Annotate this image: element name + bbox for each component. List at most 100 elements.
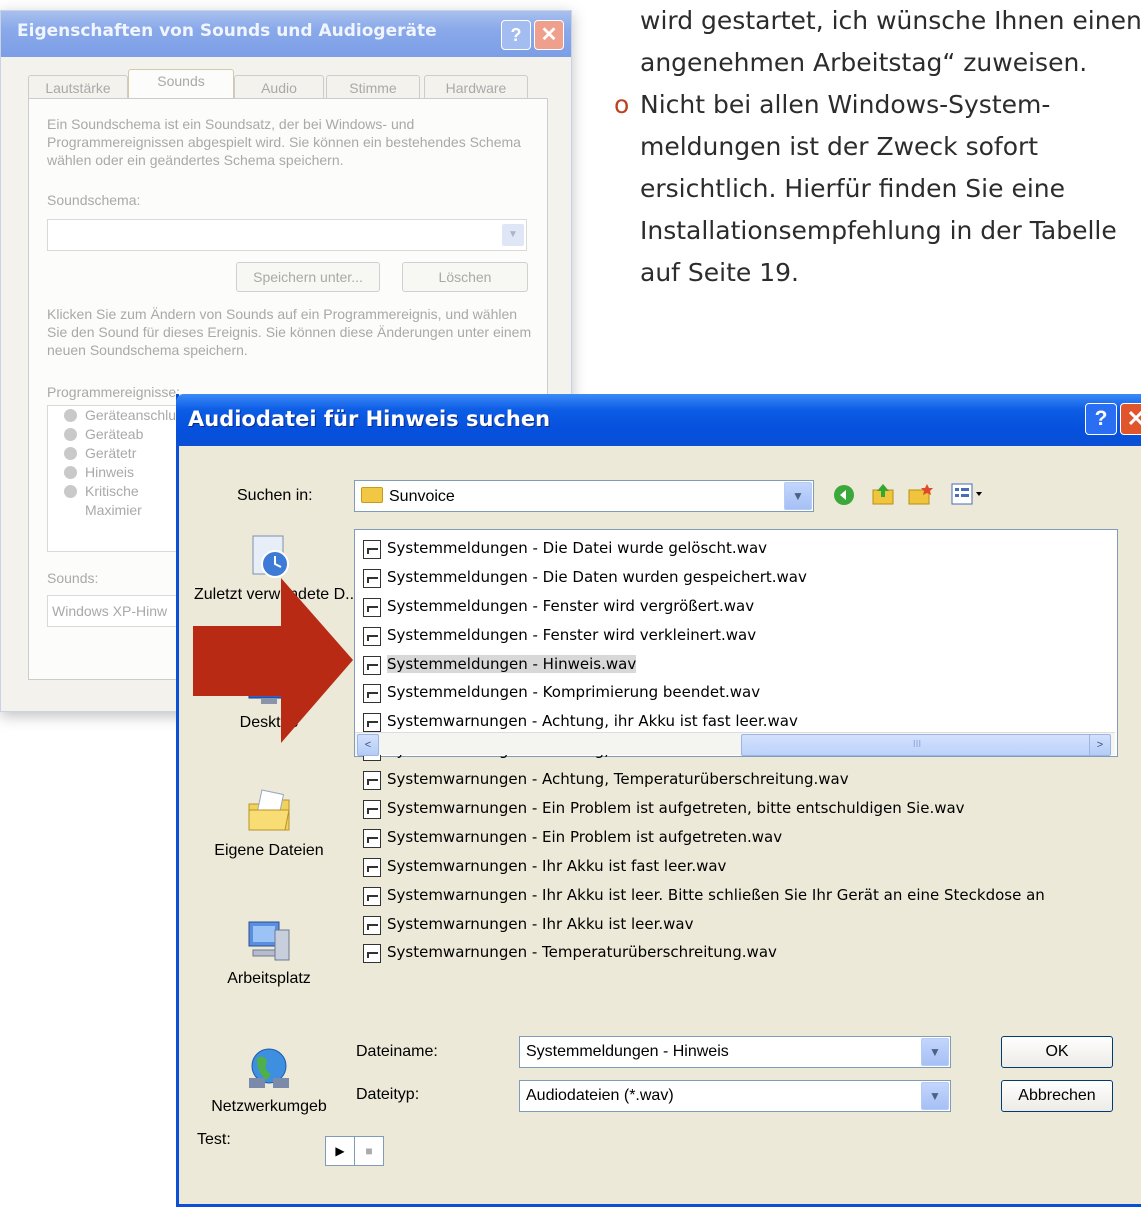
wav-file-icon: [363, 886, 381, 906]
wav-file-icon: [363, 597, 381, 617]
wav-file-icon: [363, 771, 381, 791]
wav-file-icon: [363, 857, 381, 877]
file-list-item[interactable]: Systemwarnungen - Ein Problem ist aufget…: [361, 823, 1045, 852]
view-menu-icon[interactable]: [951, 483, 985, 505]
speaker-icon: [64, 485, 77, 498]
tab-sounds[interactable]: Sounds: [128, 69, 234, 101]
scheme-select[interactable]: ▼: [47, 219, 527, 251]
save-as-button[interactable]: Speichern unter...: [236, 262, 380, 292]
red-arrow-pointer: [193, 578, 353, 743]
look-in-label: Suchen in:: [237, 487, 313, 504]
look-in-select[interactable]: Sunvoice ▼: [354, 480, 814, 512]
wav-file-icon: [363, 713, 381, 733]
new-folder-icon[interactable]: [907, 482, 933, 506]
file-name: Systemwarnungen - Temperaturüberschreitu…: [387, 943, 777, 962]
file-list[interactable]: Systemmeldungen - Die Datei wurde gelösc…: [354, 529, 1118, 964]
manual-text: wird gestartet, ich wünsche Ihnen einen …: [600, 0, 1141, 294]
network-globe-icon: [249, 1048, 289, 1088]
file-list-item[interactable]: Systemwarnungen - Ihr Akku ist leer.wav: [361, 910, 1045, 939]
file-name: Systemwarnungen - Achtung, Temperaturübe…: [387, 770, 849, 789]
my-documents-icon: [248, 789, 290, 831]
speaker-icon: [64, 428, 77, 441]
manual-line: Installationsempfehlung in der Tabelle: [640, 216, 1117, 245]
file-list-item[interactable]: Systemmeldungen - Fenster wird vergrößer…: [361, 592, 1045, 621]
file-name: Systemwarnungen - Ein Problem ist aufget…: [387, 799, 965, 818]
file-list-item[interactable]: Systemmeldungen - Die Datei wurde gelösc…: [361, 534, 1045, 563]
file-list-item[interactable]: Systemmeldungen - Die Daten wurden gespe…: [361, 563, 1045, 592]
file-list-item[interactable]: Systemwarnungen - Achtung, Temperaturübe…: [361, 765, 1045, 794]
close-button[interactable]: ✕: [534, 20, 564, 50]
test-label: Test:: [197, 1131, 231, 1148]
chevron-down-icon: ▼: [502, 224, 524, 246]
wav-file-icon: [363, 828, 381, 848]
tab-audio[interactable]: Audio: [234, 75, 324, 100]
file-name: Systemwarnungen - Ihr Akku ist leer. Bit…: [387, 885, 1045, 904]
file-list-item[interactable]: Systemwarnungen - Ein Problem ist aufget…: [361, 794, 1045, 823]
file-name: Systemmeldungen - Hinweis.wav: [387, 654, 637, 673]
file-list-item[interactable]: Systemwarnungen - Temperaturüberschreitu…: [361, 938, 1045, 967]
folder-icon: [361, 487, 383, 503]
title-bar: Eigenschaften von Sounds und Audiogeräte…: [1, 11, 571, 57]
file-list-item[interactable]: Systemmeldungen - Hinweis.wav: [361, 650, 1045, 679]
help-button[interactable]: ?: [501, 20, 531, 50]
file-name: Systemwarnungen - Ein Problem ist aufget…: [387, 827, 783, 846]
tab-lautstaerke[interactable]: Lautstärke: [28, 75, 128, 100]
filename-label: Dateiname:: [356, 1043, 438, 1060]
wav-file-icon: [363, 684, 381, 704]
chevron-down-icon[interactable]: ▼: [784, 482, 812, 510]
horizontal-scrollbar[interactable]: < III >: [355, 732, 1115, 756]
place-my-documents[interactable]: Eigene Dateien: [194, 788, 344, 860]
wav-file-icon: [363, 655, 381, 675]
change-text: Klicken Sie zum Ändern von Sounds auf ei…: [47, 306, 532, 358]
filetype-select[interactable]: Audiodateien (*.wav) ▼: [519, 1080, 951, 1112]
ok-button[interactable]: OK: [1001, 1036, 1113, 1068]
manual-bullet-item: o Nicht bei allen Windows-System-: [600, 84, 1141, 126]
scroll-thumb[interactable]: III: [741, 734, 1093, 756]
title-bar: Audiodatei für Hinweis suchen ? ✕: [176, 394, 1141, 446]
tab-stimme[interactable]: Stimme: [326, 75, 420, 100]
file-list-item[interactable]: Systemmeldungen - Komprimierung beendet.…: [361, 678, 1045, 707]
tab-hardware[interactable]: Hardware: [424, 75, 528, 100]
close-button[interactable]: ✕: [1120, 403, 1141, 435]
stop-button[interactable]: ■: [354, 1136, 384, 1166]
wav-file-icon: [363, 568, 381, 588]
file-list-item[interactable]: Systemwarnungen - Ihr Akku ist fast leer…: [361, 852, 1045, 881]
filename-input[interactable]: Systemmeldungen - Hinweis ▼: [519, 1036, 951, 1068]
intro-text: Ein Soundschema ist ein Soundsatz, der b…: [47, 116, 521, 168]
up-folder-icon[interactable]: [871, 482, 895, 506]
help-button[interactable]: ?: [1085, 403, 1117, 435]
wav-file-icon: [363, 915, 381, 935]
scroll-right-button[interactable]: >: [1089, 734, 1111, 756]
manual-line: wird gestartet, ich wünsche Ihnen einen: [640, 6, 1141, 35]
place-network[interactable]: Netzwerkumgeb: [194, 1044, 344, 1116]
file-name: Systemmeldungen - Fenster wird verkleine…: [387, 625, 757, 644]
scroll-left-button[interactable]: <: [357, 734, 379, 756]
my-computer-icon: [248, 921, 290, 961]
play-icon: ▶: [335, 1144, 345, 1158]
chevron-down-icon[interactable]: ▼: [921, 1082, 949, 1110]
wav-file-icon: [363, 800, 381, 820]
chevron-down-icon[interactable]: ▼: [921, 1038, 949, 1066]
speaker-icon: [64, 409, 77, 422]
file-list-item[interactable]: Systemmeldungen - Fenster wird verkleine…: [361, 621, 1045, 650]
file-list-item[interactable]: Systemwarnungen - Ihr Akku ist leer. Bit…: [361, 881, 1045, 910]
manual-line: auf Seite 19.: [640, 258, 799, 287]
file-name: Systemwarnungen - Ihr Akku ist fast leer…: [387, 856, 727, 875]
stop-icon: ■: [365, 1144, 373, 1158]
back-icon[interactable]: [833, 484, 855, 506]
sounds-select[interactable]: Windows XP-Hinw: [47, 595, 189, 627]
dialog-title: Eigenschaften von Sounds und Audiogeräte: [17, 21, 437, 41]
wav-file-icon: [363, 626, 381, 646]
wav-file-icon: [363, 540, 381, 559]
file-name: Systemmeldungen - Fenster wird vergrößer…: [387, 596, 755, 615]
recent-documents-icon: [252, 535, 289, 578]
file-open-dialog: Audiodatei für Hinweis suchen ? ✕ Suchen…: [176, 394, 1141, 1207]
file-name: Systemwarnungen - Achtung, ihr Akku ist …: [387, 712, 798, 731]
place-my-computer[interactable]: Arbeitsplatz: [194, 916, 344, 988]
delete-button[interactable]: Löschen: [402, 262, 528, 292]
speaker-icon: [64, 466, 77, 479]
play-button[interactable]: ▶: [325, 1136, 355, 1166]
cancel-button[interactable]: Abbrechen: [1001, 1080, 1113, 1112]
dialog-title: Audiodatei für Hinweis suchen: [188, 407, 551, 431]
speaker-icon: [64, 447, 77, 460]
